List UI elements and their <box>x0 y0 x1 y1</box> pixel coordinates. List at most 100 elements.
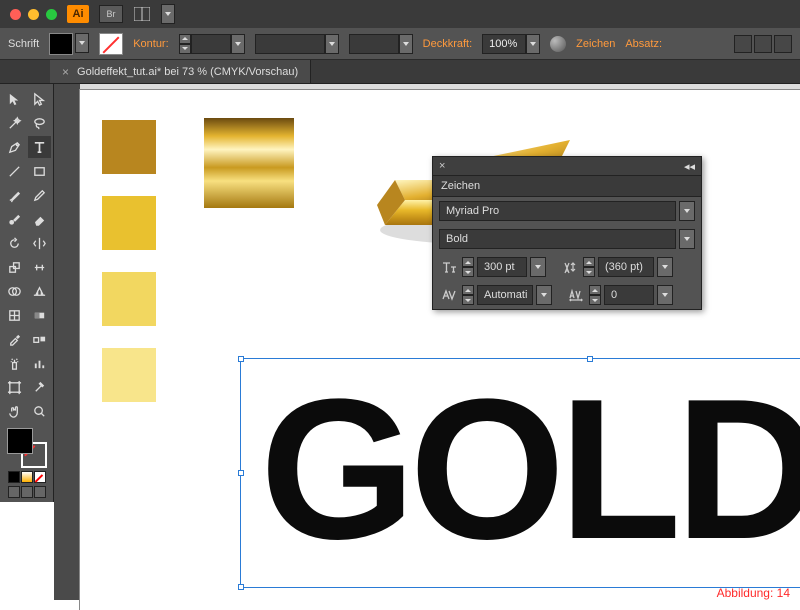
tools-panel <box>0 84 54 502</box>
gold-gradient-swatch[interactable] <box>204 118 294 208</box>
panel-close-icon[interactable]: × <box>439 160 445 172</box>
schrift-label: Schrift <box>8 38 39 50</box>
swatch-3[interactable] <box>102 272 156 326</box>
close-window-button[interactable] <box>10 9 21 20</box>
screen-mode-switches <box>8 486 46 498</box>
shape-builder-tool[interactable] <box>3 280 26 302</box>
gradient-tool[interactable] <box>28 304 51 326</box>
leading-spinner[interactable] <box>583 257 595 277</box>
arrange-dropdown[interactable] <box>161 4 175 24</box>
fill-swatch[interactable] <box>49 33 73 55</box>
artwork-text[interactable]: GOLD <box>260 370 800 570</box>
stroke-weight-input[interactable] <box>191 34 231 54</box>
font-size-spinner[interactable] <box>462 257 474 277</box>
swatch-2[interactable] <box>102 196 156 250</box>
tracking-dropdown[interactable] <box>657 285 673 305</box>
zoom-window-button[interactable] <box>46 9 57 20</box>
zeichen-link[interactable]: Zeichen <box>576 38 615 50</box>
color-mode-button[interactable] <box>8 471 20 483</box>
mesh-tool[interactable] <box>3 304 26 326</box>
bridge-button[interactable]: Br <box>99 5 123 23</box>
leading-dropdown[interactable] <box>657 257 673 277</box>
rectangle-tool[interactable] <box>28 160 51 182</box>
fill-stroke-indicator[interactable] <box>7 428 47 468</box>
column-graph-tool[interactable] <box>28 352 51 374</box>
brush-def-input[interactable] <box>349 34 399 54</box>
kerning-spinner[interactable] <box>462 285 474 305</box>
align-right-button[interactable] <box>774 35 792 53</box>
hand-tool[interactable] <box>3 400 26 422</box>
gradient-mode-button[interactable] <box>21 471 33 483</box>
font-size-dropdown[interactable] <box>530 257 546 277</box>
font-family-input[interactable]: Myriad Pro <box>439 201 676 221</box>
leading-input[interactable]: (360 pt) <box>598 257 654 277</box>
absatz-link[interactable]: Absatz: <box>625 38 662 50</box>
eyedropper-tool[interactable] <box>3 328 26 350</box>
fill-dropdown[interactable] <box>75 33 89 53</box>
opacity-input[interactable]: 100% <box>482 34 526 54</box>
paintbrush-tool[interactable] <box>3 184 26 206</box>
line-tool[interactable] <box>3 160 26 182</box>
tracking-input[interactable]: 0 <box>604 285 654 305</box>
kerning-input[interactable]: Automati <box>477 285 533 305</box>
perspective-grid-tool[interactable] <box>28 280 51 302</box>
draw-inside-button[interactable] <box>34 486 46 498</box>
brush-def-dropdown[interactable] <box>399 34 413 54</box>
app-logo: Ai <box>67 5 89 23</box>
blob-brush-tool[interactable] <box>3 208 26 230</box>
character-panel[interactable]: × ◂◂ Zeichen Myriad Pro Bold 300 pt (360… <box>432 156 702 310</box>
stroke-weight-spinner[interactable] <box>179 34 191 54</box>
tracking-spinner[interactable] <box>589 285 601 305</box>
slice-tool[interactable] <box>28 376 51 398</box>
stroke-weight-dropdown[interactable] <box>231 34 245 54</box>
figure-caption: Abbildung: 14 <box>717 586 790 600</box>
font-size-icon <box>439 257 459 277</box>
arrange-documents-button[interactable] <box>133 5 151 23</box>
font-size-input[interactable]: 300 pt <box>477 257 527 277</box>
font-style-input[interactable]: Bold <box>439 229 676 249</box>
recolor-icon[interactable] <box>550 36 566 52</box>
gold-swatch-column <box>102 120 156 402</box>
panel-tab-zeichen[interactable]: Zeichen <box>433 175 701 197</box>
pen-tool[interactable] <box>3 136 26 158</box>
magic-wand-tool[interactable] <box>3 112 26 134</box>
brush-profile-dropdown[interactable] <box>325 34 339 54</box>
type-tool[interactable] <box>28 136 51 158</box>
direct-selection-tool[interactable] <box>28 88 51 110</box>
font-family-dropdown[interactable] <box>679 201 695 221</box>
tracking-icon <box>566 285 586 305</box>
fill-indicator[interactable] <box>7 428 33 454</box>
kerning-dropdown[interactable] <box>536 285 552 305</box>
width-tool[interactable] <box>28 256 51 278</box>
swatch-4[interactable] <box>102 348 156 402</box>
rotate-tool[interactable] <box>3 232 26 254</box>
stroke-swatch[interactable] <box>99 33 123 55</box>
panel-collapse-icon[interactable]: ◂◂ <box>684 160 695 173</box>
align-left-button[interactable] <box>734 35 752 53</box>
reflect-tool[interactable] <box>28 232 51 254</box>
minimize-window-button[interactable] <box>28 9 39 20</box>
zoom-tool[interactable] <box>28 400 51 422</box>
align-center-button[interactable] <box>754 35 772 53</box>
selection-tool[interactable] <box>3 88 26 110</box>
document-tab-label: Goldeffekt_tut.ai* bei 73 % (CMYK/Vorsch… <box>77 66 298 78</box>
draw-behind-button[interactable] <box>21 486 33 498</box>
panel-header[interactable]: × ◂◂ <box>433 157 701 175</box>
lasso-tool[interactable] <box>28 112 51 134</box>
blend-tool[interactable] <box>28 328 51 350</box>
brush-profile-input[interactable] <box>255 34 325 54</box>
document-tab[interactable]: × Goldeffekt_tut.ai* bei 73 % (CMYK/Vors… <box>50 60 311 83</box>
kerning-icon <box>439 285 459 305</box>
pencil-tool[interactable] <box>28 184 51 206</box>
window-titlebar: Ai Br <box>0 0 800 28</box>
swatch-1[interactable] <box>102 120 156 174</box>
draw-normal-button[interactable] <box>8 486 20 498</box>
scale-tool[interactable] <box>3 256 26 278</box>
font-style-dropdown[interactable] <box>679 229 695 249</box>
artboard-tool[interactable] <box>3 376 26 398</box>
symbol-sprayer-tool[interactable] <box>3 352 26 374</box>
close-tab-icon[interactable]: × <box>62 65 69 79</box>
eraser-tool[interactable] <box>28 208 51 230</box>
opacity-dropdown[interactable] <box>526 34 540 54</box>
none-mode-button[interactable] <box>34 471 46 483</box>
